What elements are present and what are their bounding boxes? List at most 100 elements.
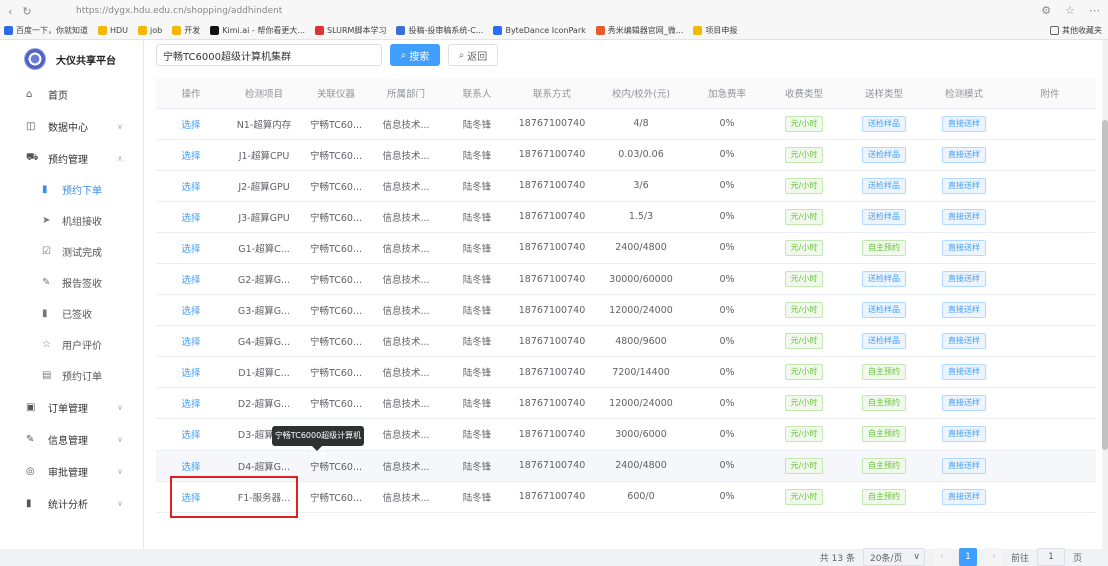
select-link[interactable]: 选择: [181, 306, 200, 317]
sidebar-subitem[interactable]: ▮ 预约下单: [0, 174, 143, 205]
table-row[interactable]: 选择 D4-超算G... 宁畅TC60... 信息技术... 陆冬锋 18767…: [156, 450, 1096, 482]
bookmark-icon: [4, 26, 13, 35]
item-cell: J2-超算GPU: [226, 170, 302, 202]
sidebar-item[interactable]: ⛟ 预约管理 ∧: [0, 142, 143, 174]
bookmark-icon: [210, 26, 220, 35]
scrollbar-thumb[interactable]: [1102, 120, 1108, 450]
sidebar-item[interactable]: ✎ 信息管理 ∨: [0, 423, 143, 455]
sidebar-item[interactable]: ◫ 数据中心 ∨: [0, 110, 143, 142]
price-cell: 1.5/3: [592, 201, 690, 233]
favorite-icon[interactable]: ☆: [1065, 4, 1075, 17]
table-row[interactable]: 选择 G4-超算G... 宁畅TC60... 信息技术... 陆冬锋 18767…: [156, 325, 1096, 358]
select-link[interactable]: 选择: [181, 430, 200, 441]
bookmark-item[interactable]: 开发: [172, 25, 200, 36]
page-scrollbar[interactable]: [1102, 40, 1108, 549]
select-link[interactable]: 选择: [181, 493, 200, 504]
select-link[interactable]: 选择: [181, 462, 200, 473]
attachment-cell: [1004, 201, 1096, 233]
address-bar[interactable]: https://dygx.hdu.edu.cn/shopping/addhind…: [76, 6, 282, 16]
bookmark-icon: [595, 26, 605, 35]
current-page-button[interactable]: 1: [958, 548, 977, 566]
test-mode-tag: 直接送样: [942, 208, 986, 225]
bookmark-item[interactable]: 项目申报: [693, 25, 737, 36]
test-mode-tag: 直接送样: [942, 239, 986, 256]
select-link[interactable]: 选择: [181, 213, 200, 224]
bookmark-item[interactable]: job: [138, 26, 162, 35]
table-row[interactable]: 选择 F1-服务器... 宁畅TC60... 信息技术... 陆冬锋 18767…: [156, 481, 1096, 513]
select-link[interactable]: 选择: [181, 244, 200, 255]
contact-cell: 陆冬锋: [442, 450, 512, 482]
rate-cell: 0%: [690, 139, 764, 171]
bookmark-icon: [138, 26, 148, 35]
goto-page-input[interactable]: 1: [1036, 548, 1065, 566]
select-link[interactable]: 选择: [181, 368, 200, 379]
sidebar-item[interactable]: ▣ 订单管理 ∨: [0, 391, 143, 423]
order-icon: ▣: [26, 401, 36, 413]
contact-cell: 陆冬锋: [442, 201, 512, 233]
bookmark-label: job: [150, 26, 163, 35]
sample-type-tag: 送检样品: [862, 146, 906, 163]
page-size-select[interactable]: 20条/页 ∨: [862, 548, 925, 566]
sidebar-item[interactable]: ▮ 统计分析 ∨: [0, 487, 143, 519]
table-row[interactable]: 选择 D1-超算C... 宁畅TC60... 信息技术... 陆冬锋 18767…: [156, 356, 1096, 389]
refresh-icon[interactable]: ↻: [22, 5, 31, 18]
attachment-cell: [1004, 418, 1096, 451]
chevron-icon: ∨: [117, 402, 123, 412]
table-row[interactable]: 选择 J2-超算GPU 宁畅TC60... 信息技术... 陆冬锋 187671…: [156, 170, 1096, 202]
bookmark-item[interactable]: HDU: [98, 26, 128, 35]
table-row[interactable]: 选择 D2-超算G... 宁畅TC60... 信息技术... 陆冬锋 18767…: [156, 387, 1096, 420]
bookmark-icon: [396, 26, 406, 35]
search-button[interactable]: ⌕ 搜索: [390, 44, 440, 66]
prev-page-button[interactable]: ‹: [932, 548, 951, 566]
bookmark-item[interactable]: ByteDance IconPark: [493, 26, 586, 35]
more-icon[interactable]: ⋯: [1089, 4, 1100, 17]
table-row[interactable]: 选择 J3-超算GPU 宁畅TC60... 信息技术... 陆冬锋 187671…: [156, 201, 1096, 233]
sidebar-subitem[interactable]: ☆ 用户评价: [0, 329, 143, 360]
bookmark-item[interactable]: SLURM脚本学习: [315, 25, 386, 36]
sidebar-subitem[interactable]: ▤ 预约订单: [0, 360, 143, 391]
test-mode-tag: 直接送样: [942, 333, 986, 350]
test-mode-tag: 直接送样: [942, 426, 986, 443]
rate-cell: 0%: [690, 356, 764, 389]
sidebar-item[interactable]: ◎ 审批管理 ∨: [0, 455, 143, 487]
bookmark-label: ByteDance IconPark: [505, 26, 586, 35]
sidebar-subitem[interactable]: ✎ 报告签收: [0, 267, 143, 298]
select-link[interactable]: 选择: [181, 151, 200, 162]
bookmark-item[interactable]: 秀米编辑器官网_微...: [595, 25, 683, 36]
select-link[interactable]: 选择: [181, 120, 200, 131]
search-input[interactable]: [156, 44, 382, 66]
extensions-icon[interactable]: ⚙: [1041, 4, 1051, 17]
next-page-button[interactable]: ›: [984, 548, 1003, 566]
select-link[interactable]: 选择: [181, 275, 200, 286]
bookmark-item[interactable]: 投稿-投审稿系统-C...: [396, 25, 483, 36]
department-cell: 信息技术...: [370, 263, 442, 296]
main-content: ⌕ 搜索 ⌕ 返回 操作检测项目关联仪器所属部门联系人联系方式校内/校外(元)加…: [144, 40, 1102, 566]
table-row[interactable]: 选择 J1-超算CPU 宁畅TC60... 信息技术... 陆冬锋 187671…: [156, 139, 1096, 171]
table-row[interactable]: 选择 G2-超算G... 宁畅TC60... 信息技术... 陆冬锋 18767…: [156, 263, 1096, 296]
select-link[interactable]: 选择: [181, 182, 200, 193]
sidebar-subitem[interactable]: ➤ 机组接收: [0, 205, 143, 236]
table-row[interactable]: 选择 G3-超算G... 宁畅TC60... 信息技术... 陆冬锋 18767…: [156, 294, 1096, 327]
table-row[interactable]: 选择 N1-超算内存 宁畅TC60... 信息技术... 陆冬锋 1876710…: [156, 108, 1096, 140]
phone-cell: 18767100740: [512, 294, 592, 327]
item-cell: G3-超算G...: [226, 294, 302, 327]
back-arrow-icon[interactable]: ‹: [8, 5, 12, 18]
select-link[interactable]: 选择: [181, 399, 200, 410]
other-bookmarks[interactable]: 其他收藏夹: [1050, 25, 1102, 36]
select-link[interactable]: 选择: [181, 337, 200, 348]
test-mode-tag: 直接送样: [942, 271, 986, 288]
test-mode-tag: 直接送样: [942, 488, 986, 505]
table-row[interactable]: 选择 G1-超算C... 宁畅TC60... 信息技术... 陆冬锋 18767…: [156, 232, 1096, 264]
bookmark-item[interactable]: 百度一下，你就知道: [4, 25, 88, 36]
test-mode-tag: 直接送样: [942, 146, 986, 163]
bookmark-item[interactable]: Kimi.ai - 帮你看更大...: [210, 25, 305, 36]
sidebar-item[interactable]: ⌂ 首页: [0, 78, 143, 110]
sample-type-tag: 送检样品: [862, 177, 906, 194]
sidebar-subitem[interactable]: ☑ 测试完成: [0, 236, 143, 267]
back-button[interactable]: ⌕ 返回: [448, 44, 498, 66]
bookmark-icon: [172, 26, 182, 35]
logo[interactable]: 大仪共享平台: [0, 40, 143, 78]
sidebar-subitem[interactable]: ▮ 已签收: [0, 298, 143, 329]
item-cell: G1-超算C...: [226, 232, 302, 264]
department-cell: 信息技术...: [370, 170, 442, 202]
